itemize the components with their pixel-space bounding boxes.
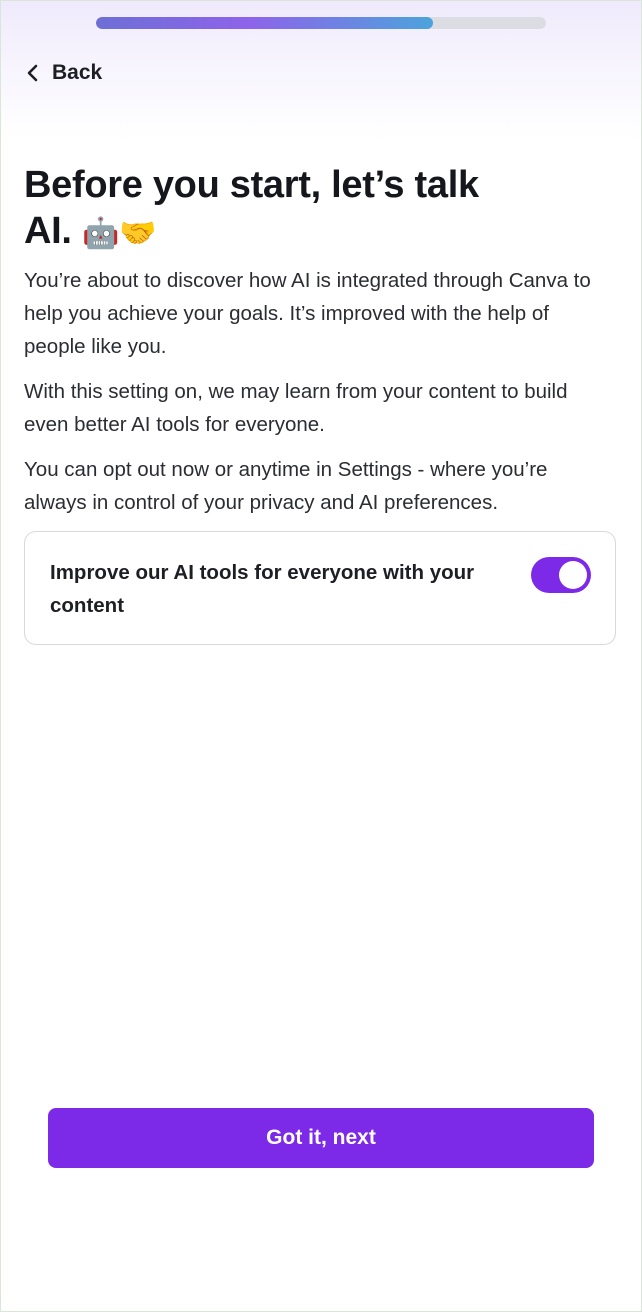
opt-out-paragraph: You can opt out now or anytime in Settin… [24, 458, 548, 514]
got-it-next-button[interactable]: Got it, next [48, 1108, 594, 1168]
intro-paragraph: You’re about to discover how AI is integ… [24, 269, 591, 358]
ai-improvement-setting-card: Improve our AI tools for everyone with y… [24, 531, 616, 645]
back-button[interactable]: Back [26, 56, 102, 90]
back-label: Back [52, 61, 103, 84]
setting-explanation-paragraph: With this setting on, we may learn from … [24, 380, 568, 436]
title-line-1: Before you start, let’s talk [24, 164, 479, 206]
page-title: Before you start, let’s talk AI. 🤖🤝 [24, 162, 584, 257]
ai-improvement-toggle[interactable] [531, 557, 591, 593]
robot-icon: 🤖 [81, 216, 119, 251]
progress-bar-fill [96, 17, 433, 29]
toggle-knob [559, 561, 587, 589]
ai-improvement-setting-label: Improve our AI tools for everyone with y… [50, 561, 475, 617]
title-line-2: AI. [24, 210, 72, 252]
chevron-left-icon [26, 63, 42, 83]
progress-bar [96, 17, 546, 29]
handshake-icon: 🤝 [119, 216, 157, 251]
